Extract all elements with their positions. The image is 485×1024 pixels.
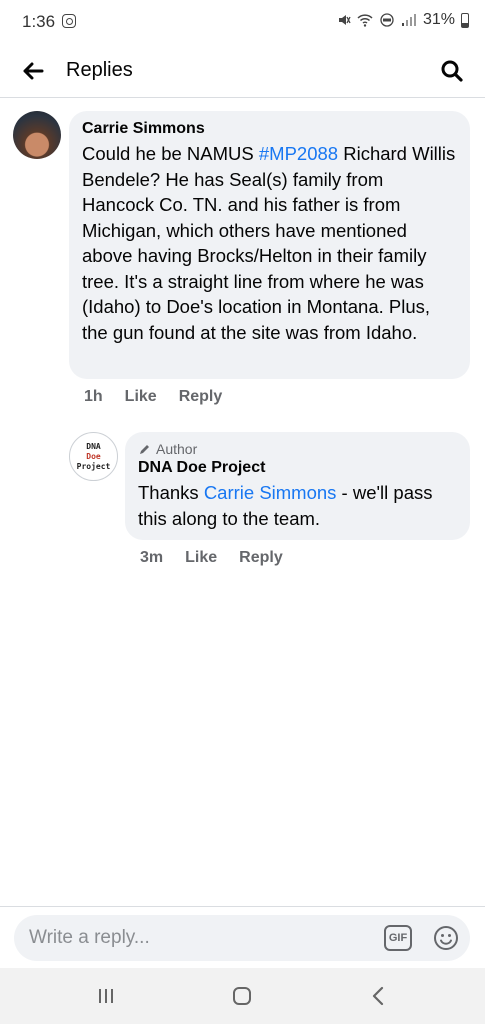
gif-button[interactable]: GIF bbox=[384, 925, 412, 951]
chevron-left-icon bbox=[372, 986, 384, 1006]
status-icons: 31% bbox=[337, 11, 469, 29]
mention-link[interactable]: Carrie Simmons bbox=[204, 482, 337, 503]
avatar-text-line: DNA bbox=[86, 441, 101, 451]
avatar-text-line: Doe bbox=[86, 451, 101, 461]
comment-text-part: Could he be NAMUS bbox=[82, 143, 259, 164]
reply-button[interactable]: Reply bbox=[239, 549, 283, 567]
comment-time: 3m bbox=[140, 549, 164, 566]
comment-author-name[interactable]: DNA Doe Project bbox=[138, 459, 458, 477]
comment-actions: 1h Like Reply bbox=[84, 388, 222, 406]
comment-bubble: Carrie Simmons Could he be NAMUS #MP2088… bbox=[69, 111, 470, 379]
emoji-button[interactable] bbox=[432, 924, 460, 952]
search-button[interactable] bbox=[437, 56, 467, 86]
comment-bubble: Author DNA Doe Project Thanks Carrie Sim… bbox=[125, 432, 470, 540]
comment-time: 1h bbox=[84, 388, 103, 405]
signal-icon bbox=[401, 14, 416, 26]
page-title: Replies bbox=[66, 59, 133, 81]
like-button[interactable]: Like bbox=[125, 388, 157, 406]
comment-text-part: Richard Willis Bendele? He has Seal(s) f… bbox=[82, 143, 456, 343]
pencil-icon bbox=[140, 444, 149, 454]
smiley-icon bbox=[434, 926, 458, 950]
instagram-notification-icon bbox=[62, 14, 76, 28]
replies-header: Replies bbox=[0, 46, 485, 98]
avatar[interactable]: DNA Doe Project bbox=[69, 432, 118, 481]
comment-text-part: Thanks bbox=[138, 482, 204, 503]
mute-icon bbox=[338, 15, 351, 25]
reply-input-container: GIF bbox=[14, 915, 470, 961]
status-time: 1:36 bbox=[22, 12, 56, 31]
reply-input[interactable] bbox=[29, 915, 359, 961]
comment-actions: 3m Like Reply bbox=[140, 549, 283, 567]
volte-icon bbox=[380, 13, 394, 27]
search-icon bbox=[441, 60, 463, 82]
wifi-icon bbox=[357, 14, 373, 27]
hashtag-link[interactable]: #MP2088 bbox=[259, 143, 338, 164]
avatar-text-line: Project bbox=[76, 461, 111, 471]
battery-percentage: 31% bbox=[422, 11, 455, 28]
battery-icon bbox=[461, 12, 469, 28]
comment-text: Could he be NAMUS #MP2088 Richard Willis… bbox=[82, 141, 458, 345]
status-bar: 1:36 31% bbox=[0, 0, 485, 46]
reply-button[interactable]: Reply bbox=[179, 388, 223, 406]
comment-author-name[interactable]: Carrie Simmons bbox=[82, 120, 458, 138]
avatar[interactable] bbox=[13, 111, 61, 159]
recent-apps-icon bbox=[99, 989, 113, 1003]
home-icon bbox=[233, 987, 251, 1005]
like-button[interactable]: Like bbox=[185, 549, 217, 567]
system-navigation-bar bbox=[0, 968, 485, 1024]
home-button[interactable] bbox=[227, 982, 257, 1010]
comment-text: Thanks Carrie Simmons - we'll pass this … bbox=[138, 480, 458, 531]
arrow-left-icon bbox=[23, 62, 44, 80]
system-back-button[interactable] bbox=[363, 982, 393, 1010]
back-button[interactable] bbox=[18, 56, 48, 86]
recent-apps-button[interactable] bbox=[91, 982, 121, 1010]
author-badge: Author bbox=[138, 441, 458, 457]
author-badge-label: Author bbox=[156, 441, 198, 457]
reply-composer: GIF bbox=[0, 906, 485, 968]
